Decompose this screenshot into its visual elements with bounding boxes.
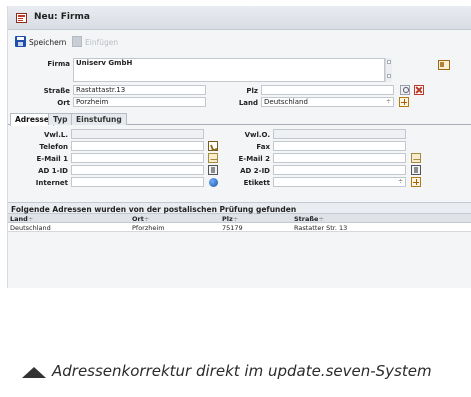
save-button[interactable]: Speichern — [29, 38, 66, 47]
vwl-l-field — [71, 129, 204, 139]
fax-label: Fax — [256, 143, 270, 151]
scroll-up-icon[interactable] — [387, 60, 391, 64]
firma-field[interactable]: Uniserv GmbH — [73, 58, 385, 82]
app-window: Neu: Firma Speichern Einfügen Firma Unis… — [7, 6, 471, 288]
mail-icon[interactable] — [208, 153, 218, 163]
etikett-label: Etikett — [243, 179, 270, 187]
etikett-select[interactable] — [273, 177, 406, 187]
telefon-label: Telefon — [39, 143, 68, 151]
ad1-field[interactable] — [71, 165, 204, 175]
internet-label: Internet — [35, 179, 68, 187]
strasse-label: Straße — [43, 87, 70, 95]
column-header-plz[interactable]: Plz÷ — [222, 215, 238, 223]
cell-plz: 75179 — [222, 224, 243, 232]
tab-typ[interactable]: Typ — [48, 113, 73, 125]
cell-ort: Pforzheim — [132, 224, 165, 232]
address-panel: Vwl.L. Vwl.O. Telefon Fax E-Mail 1 E-Mai… — [8, 126, 471, 198]
vwl-o-label: Vwl.O. — [244, 131, 270, 139]
fax-field[interactable] — [273, 141, 406, 151]
column-header-ort[interactable]: Ort÷ — [132, 215, 149, 223]
land-label: Land — [238, 99, 258, 107]
email2-label: E-Mail 2 — [238, 155, 270, 163]
telefon-field[interactable] — [71, 141, 204, 151]
dropdown-arrow-icon[interactable]: ÷ — [386, 98, 391, 105]
delete-icon[interactable] — [414, 85, 424, 95]
results-title: Folgende Adressen wurden von der postali… — [8, 202, 471, 214]
business-card-icon[interactable] — [438, 60, 450, 70]
ad2-field[interactable] — [273, 165, 406, 175]
add-icon[interactable] — [411, 177, 421, 187]
toolbar: Speichern Einfügen — [8, 31, 471, 53]
internet-field[interactable] — [71, 177, 204, 187]
plz-label: Plz — [246, 87, 258, 95]
triangle-up-icon — [22, 367, 46, 378]
form-icon — [16, 13, 27, 23]
ort-value: Porzheim — [76, 98, 109, 106]
save-icon[interactable] — [15, 36, 26, 47]
paste-icon — [72, 36, 82, 47]
land-select[interactable]: Deutschland — [261, 97, 394, 107]
results-header: Land÷ Ort÷ Plz÷ Straße÷ — [8, 214, 471, 223]
column-header-land[interactable]: Land÷ — [10, 215, 33, 223]
column-header-strasse[interactable]: Straße÷ — [294, 215, 324, 223]
search-icon[interactable] — [400, 85, 410, 95]
email1-label: E-Mail 1 — [36, 155, 68, 163]
caption-text: Adressenkorrektur direkt im update.seven… — [52, 362, 432, 380]
id-card-icon[interactable] — [208, 165, 218, 175]
add-icon[interactable] — [399, 97, 409, 107]
globe-icon[interactable] — [209, 178, 219, 188]
window-title: Neu: Firma — [34, 12, 90, 22]
tab-einstufung[interactable]: Einstufung — [71, 113, 127, 125]
firma-label: Firma — [47, 60, 70, 68]
scroll-down-icon[interactable] — [387, 74, 391, 78]
land-value: Deutschland — [264, 98, 308, 106]
cell-land: Deutschland — [10, 224, 51, 232]
firma-value: Uniserv GmbH — [76, 59, 133, 67]
strasse-field[interactable]: Rastattastr.13 — [73, 85, 206, 95]
mail-icon[interactable] — [411, 153, 421, 163]
plz-field[interactable] — [261, 85, 394, 95]
tab-bar: Adresse Typ Einstufung — [8, 113, 471, 126]
table-row[interactable]: Deutschland Pforzheim 75179 Rastatter St… — [8, 223, 471, 232]
strasse-value: Rastattastr.13 — [76, 86, 126, 94]
title-bar: Neu: Firma — [8, 6, 471, 30]
ort-field[interactable]: Porzheim — [73, 97, 206, 107]
email2-field[interactable] — [273, 153, 406, 163]
id-card-icon[interactable] — [411, 165, 421, 175]
ad2-label: AD 2-ID — [240, 167, 270, 175]
phone-icon[interactable] — [208, 141, 218, 151]
caption: Adressenkorrektur direkt im update.seven… — [22, 362, 471, 384]
ad1-label: AD 1-ID — [38, 167, 68, 175]
dropdown-arrow-icon[interactable]: ÷ — [398, 178, 403, 185]
cell-strasse: Rastatter Str. 13 — [294, 224, 348, 232]
vwl-o-field — [273, 129, 406, 139]
paste-button: Einfügen — [85, 38, 119, 47]
firma-scrollbar[interactable] — [385, 58, 392, 82]
ort-label: Ort — [57, 99, 70, 107]
email1-field[interactable] — [71, 153, 204, 163]
vwl-l-label: Vwl.L. — [43, 131, 68, 139]
